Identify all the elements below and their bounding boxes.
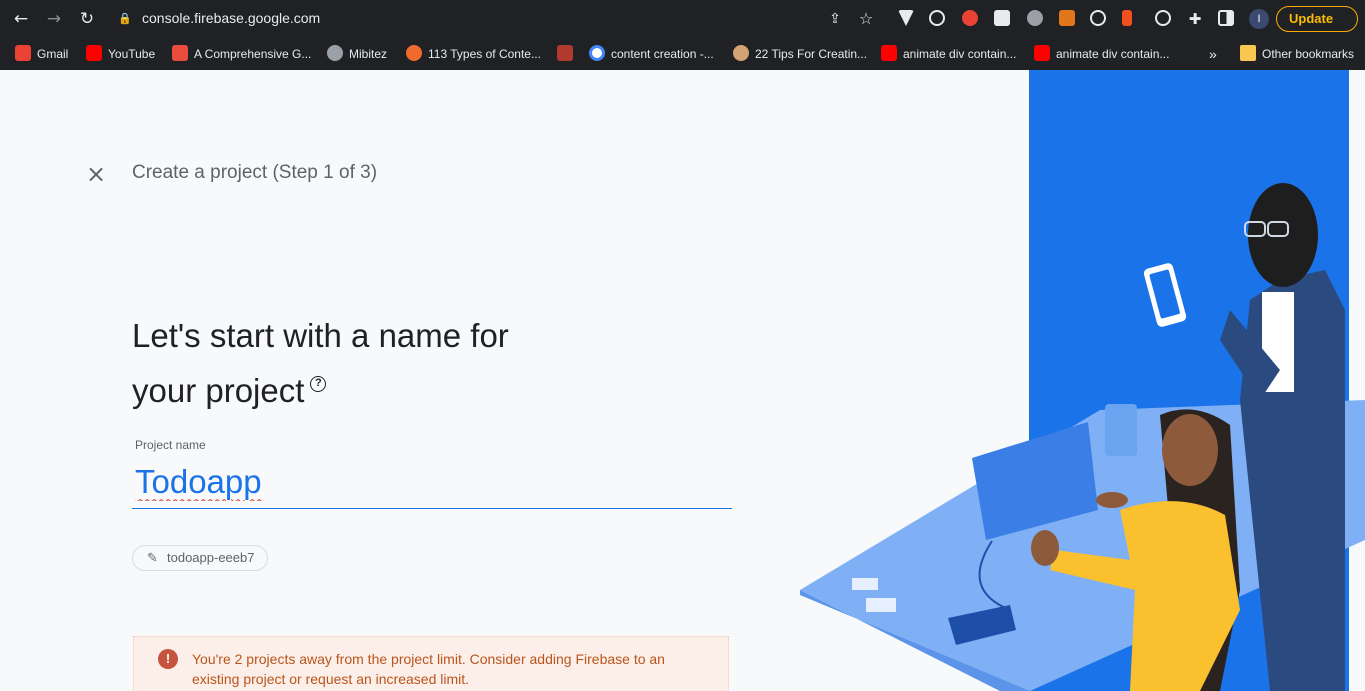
folder-icon <box>1240 45 1256 61</box>
bookmark-label: Mibitez <box>349 47 388 61</box>
paper-note <box>852 578 878 590</box>
extension-badge-icon[interactable] <box>994 10 1010 26</box>
paper-note <box>866 598 896 612</box>
project-id: todoapp-eeeb7 <box>167 550 255 565</box>
bookmark-star-icon[interactable]: ☆ <box>855 8 877 30</box>
update-button[interactable]: Update <box>1276 6 1358 32</box>
bookmark-label: 113 Types of Conte... <box>428 47 541 61</box>
pencil-icon: ✎ <box>147 551 158 566</box>
bookmark-animate-div-1[interactable]: animate div contain... <box>881 45 1016 63</box>
globe-icon <box>327 45 343 61</box>
project-id-chip[interactable]: ✎ todoapp-eeeb7 <box>132 545 269 571</box>
headline-text: your project <box>132 372 305 409</box>
bookmark-mibitez[interactable]: Mibitez <box>327 45 387 63</box>
bookmark-label: A Comprehensive G... <box>194 47 312 61</box>
bookmark-gmail[interactable]: Gmail <box>15 45 68 63</box>
bookmark-shield[interactable] <box>557 45 579 63</box>
youtube-icon <box>86 45 102 61</box>
create-project-page: × Create a project (Step 1 of 3) Let's s… <box>0 70 1365 691</box>
share-icon[interactable]: ⇪ <box>824 8 846 30</box>
bookmark-label: content creation -... <box>611 47 714 61</box>
bookmark-content-creation[interactable]: content creation -... <box>589 45 714 63</box>
bookmark-youtube[interactable]: YouTube <box>86 45 155 63</box>
youtube-icon <box>1034 45 1050 61</box>
camera-extension-icon[interactable] <box>1027 10 1043 26</box>
warning-text: You're 2 projects away from the project … <box>192 651 665 687</box>
site-icon <box>172 45 188 61</box>
metamask-extension-icon[interactable] <box>1059 10 1075 26</box>
gmail-icon <box>15 45 31 61</box>
bookmark-label: animate div contain... <box>903 47 1017 61</box>
bookmark-comprehensive[interactable]: A Comprehensive G... <box>172 45 311 63</box>
back-icon[interactable]: ← <box>10 8 32 30</box>
bookmark-label: animate div contain... <box>1056 47 1170 61</box>
help-icon[interactable]: ? <box>310 376 327 392</box>
browser-toolbar: ← → ↻ 🔒 console.firebase.google.com ⇪ ☆ … <box>0 0 1365 37</box>
error-icon: ! <box>158 649 178 669</box>
bookmark-animate-div-2[interactable]: animate div contain... <box>1034 45 1169 63</box>
address-bar[interactable]: 🔒 console.firebase.google.com <box>110 5 710 32</box>
url-text: console.firebase.google.com <box>142 10 321 26</box>
project-name-label: Project name <box>135 438 206 452</box>
project-name-input[interactable] <box>132 455 732 509</box>
target-extension-icon[interactable] <box>1090 10 1106 26</box>
bookmark-label: YouTube <box>108 47 156 61</box>
woman-hand <box>1096 492 1128 508</box>
step-title: Create a project (Step 1 of 3) <box>132 162 378 183</box>
extension-icon[interactable] <box>962 10 978 26</box>
lock-icon: 🔒 <box>118 12 132 25</box>
bookmark-types-of-content[interactable]: 113 Types of Conte... <box>406 45 541 63</box>
bookmark-label: Other bookmarks <box>1262 47 1355 61</box>
other-bookmarks[interactable]: Other bookmarks <box>1240 45 1354 63</box>
bookmark-label: Gmail <box>37 47 69 61</box>
project-limit-warning: ! You're 2 projects away from the projec… <box>133 636 729 691</box>
react-extension-icon[interactable] <box>929 10 945 26</box>
w-extension-icon[interactable] <box>1155 10 1171 26</box>
bookmark-22-tips[interactable]: 22 Tips For Creatin... <box>733 45 867 63</box>
bookmark-label: 22 Tips For Creatin... <box>755 47 868 61</box>
reload-icon[interactable]: ↻ <box>76 8 98 30</box>
site-icon <box>406 45 422 61</box>
bookmarks-bar: Gmail YouTube A Comprehensive G... Mibit… <box>0 37 1365 70</box>
headline-line-2: your project? <box>132 363 652 418</box>
browser-chrome: ← → ↻ 🔒 console.firebase.google.com ⇪ ☆ … <box>0 0 1365 70</box>
google-icon <box>589 45 605 61</box>
page-title: Let's start with a name for your project… <box>132 308 652 418</box>
glass <box>1105 404 1137 456</box>
figma-extension-icon[interactable] <box>1122 10 1132 26</box>
woman-face <box>1162 414 1218 486</box>
woman-hand <box>1031 530 1059 566</box>
headline-line-1: Let's start with a name for <box>132 317 509 354</box>
person-icon <box>733 45 749 61</box>
close-icon[interactable]: × <box>86 162 106 186</box>
forward-icon[interactable]: → <box>43 8 65 30</box>
puzzle-icon[interactable]: ✚ <box>1184 8 1206 30</box>
side-panel-icon[interactable] <box>1218 10 1234 26</box>
avatar[interactable]: I <box>1249 9 1269 29</box>
vue-extension-icon[interactable] <box>898 10 914 26</box>
bookmarks-overflow-button[interactable]: » <box>1209 45 1217 63</box>
youtube-icon <box>881 45 897 61</box>
scrollbar-track <box>1349 70 1365 691</box>
illustration <box>800 70 1365 691</box>
shield-icon <box>557 45 573 61</box>
